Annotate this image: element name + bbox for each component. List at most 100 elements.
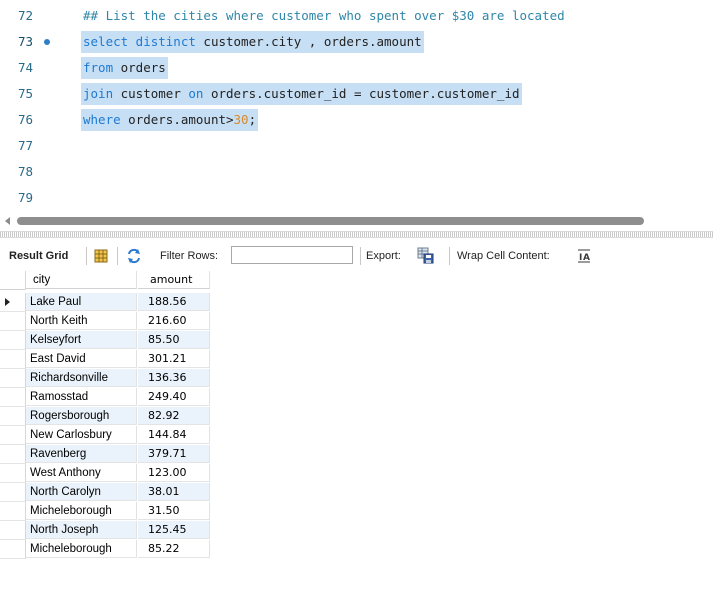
row-indicator[interactable] [0, 350, 26, 369]
cell-city[interactable]: West Anthony [26, 464, 137, 482]
table-row[interactable]: Ravenberg 379.71 [0, 445, 210, 464]
cell-amount[interactable]: 216.60 [138, 312, 210, 330]
cell-city[interactable]: Richardsonville [26, 369, 137, 387]
row-indicator[interactable] [0, 426, 26, 445]
wrap-cell-content-label: Wrap Cell Content: [457, 250, 550, 262]
column-header-amount[interactable]: amount [138, 271, 210, 289]
cell-amount[interactable]: 31.50 [138, 502, 210, 520]
filter-rows-input[interactable] [231, 246, 353, 264]
row-indicator[interactable] [0, 293, 26, 312]
cell-city[interactable]: Rogersborough [26, 407, 137, 425]
row-indicator[interactable] [0, 369, 26, 388]
cell-city[interactable]: North Keith [26, 312, 137, 330]
cell-city[interactable]: East David [26, 350, 137, 368]
cell-city[interactable]: Ramosstad [26, 388, 137, 406]
cell-amount[interactable]: 301.21 [138, 350, 210, 368]
row-indicator[interactable] [0, 445, 26, 464]
form-editor-icon[interactable] [94, 249, 108, 266]
sql-statement-text: select distinct customer.city , orders.a… [81, 31, 424, 53]
cell-city[interactable]: Lake Paul [26, 293, 137, 311]
row-indicator[interactable] [0, 312, 26, 331]
sql-keyword: on [188, 86, 204, 101]
cell-city[interactable]: New Carlosbury [26, 426, 137, 444]
grid-header-row: city amount [0, 271, 210, 290]
table-row[interactable]: East David 301.21 [0, 350, 210, 369]
cell-amount[interactable]: 144.84 [138, 426, 210, 444]
cell-amount[interactable]: 85.50 [138, 331, 210, 349]
code-line-72[interactable]: 72 ## List the cities where customer who… [0, 5, 713, 27]
row-indicator[interactable] [0, 464, 26, 483]
code-line-73[interactable]: 73 select distinct customer.city , order… [0, 31, 713, 53]
table-row[interactable]: Ramosstad 249.40 [0, 388, 210, 407]
table-row[interactable]: Rogersborough 82.92 [0, 407, 210, 426]
toolbar-separator [360, 247, 361, 265]
sql-text: orders.amount> [120, 112, 234, 127]
cell-amount[interactable]: 136.36 [138, 369, 210, 387]
wrap-icon[interactable]: I A [577, 249, 591, 266]
sql-text: orders [113, 60, 166, 75]
panel-splitter[interactable] [0, 231, 713, 238]
sql-statement-text: from orders [81, 57, 168, 79]
refresh-icon[interactable] [126, 248, 142, 267]
code-line-74[interactable]: 74 from orders [0, 57, 713, 79]
table-row[interactable]: Lake Paul 188.56 [0, 293, 210, 312]
cell-amount[interactable]: 249.40 [138, 388, 210, 406]
table-row[interactable]: North Carolyn 38.01 [0, 483, 210, 502]
table-row[interactable]: New Carlosbury 144.84 [0, 426, 210, 445]
cell-amount[interactable]: 85.22 [138, 540, 210, 558]
line-number: 74 [17, 60, 33, 75]
cell-amount[interactable]: 123.00 [138, 464, 210, 482]
current-row-arrow-icon [5, 298, 10, 306]
code-line-75[interactable]: 75 join customer on orders.customer_id =… [0, 83, 713, 105]
code-line-76[interactable]: 76 where orders.amount>30; [0, 109, 713, 131]
row-indicator[interactable] [0, 483, 26, 502]
horizontal-scrollbar[interactable] [0, 212, 713, 230]
row-indicator[interactable] [0, 540, 26, 559]
cell-amount[interactable]: 125.45 [138, 521, 210, 539]
cell-city[interactable]: North Joseph [26, 521, 137, 539]
export-label: Export: [366, 250, 401, 262]
sql-number: 30 [233, 112, 249, 127]
scroll-left-icon[interactable] [5, 217, 10, 225]
sql-keyword: where [83, 112, 121, 127]
filter-rows-label: Filter Rows: [160, 250, 219, 262]
row-indicator[interactable] [0, 331, 26, 350]
cell-city[interactable]: Micheleborough [26, 502, 137, 520]
export-icon[interactable] [417, 247, 434, 267]
statement-marker-icon [44, 39, 50, 45]
cell-amount[interactable]: 38.01 [138, 483, 210, 501]
scrollbar-thumb[interactable] [17, 217, 644, 225]
table-row[interactable]: Richardsonville 136.36 [0, 369, 210, 388]
result-toolbar: Result Grid Filter Rows: Export: Wrap Ce… [0, 243, 713, 269]
code-line-77[interactable]: 77 [0, 135, 713, 157]
table-row[interactable]: North Keith 216.60 [0, 312, 210, 331]
cell-city[interactable]: North Carolyn [26, 483, 137, 501]
table-row[interactable]: North Joseph 125.45 [0, 521, 210, 540]
row-indicator[interactable] [0, 502, 26, 521]
sql-comment: ## List the cities where customer who sp… [83, 8, 565, 23]
cell-city[interactable]: Micheleborough [26, 540, 137, 558]
cell-amount[interactable]: 188.56 [138, 293, 210, 311]
row-indicator[interactable] [0, 521, 26, 540]
row-indicator[interactable] [0, 407, 26, 426]
cell-city[interactable]: Kelseyfort [26, 331, 137, 349]
sql-editor[interactable]: 72 ## List the cities where customer who… [0, 0, 713, 212]
table-row[interactable]: Micheleborough 85.22 [0, 540, 210, 559]
code-line-79[interactable]: 79 [0, 187, 713, 209]
table-row[interactable]: West Anthony 123.00 [0, 464, 210, 483]
line-number: 78 [17, 164, 33, 179]
table-row[interactable]: Kelseyfort 85.50 [0, 331, 210, 350]
sql-text: orders.customer_id = customer.customer_i… [203, 86, 520, 101]
cell-amount[interactable]: 82.92 [138, 407, 210, 425]
column-header-city[interactable]: city [26, 271, 137, 289]
table-row[interactable]: Micheleborough 31.50 [0, 502, 210, 521]
result-grid-tab[interactable]: Result Grid [9, 243, 68, 269]
code-line-78[interactable]: 78 [0, 161, 713, 183]
toolbar-separator [117, 247, 118, 265]
cell-city[interactable]: Ravenberg [26, 445, 137, 463]
cell-amount[interactable]: 379.71 [138, 445, 210, 463]
sql-text: customer.city , orders.amount [195, 34, 422, 49]
sql-statement-text: where orders.amount>30; [81, 109, 259, 131]
toolbar-separator [86, 247, 87, 265]
row-indicator[interactable] [0, 388, 26, 407]
